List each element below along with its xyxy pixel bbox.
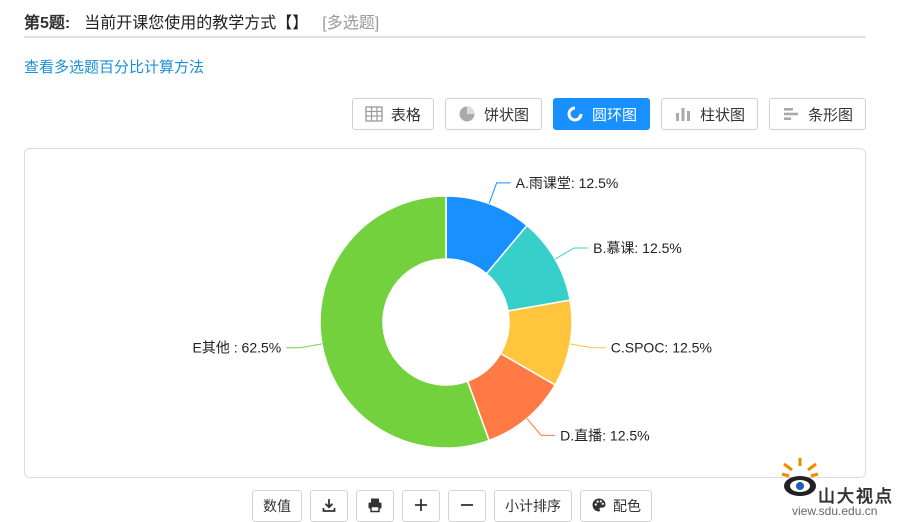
- slice-label-0: A.雨课堂: 12.5%: [516, 175, 619, 191]
- sort-subtotal-button[interactable]: 小计排序: [494, 490, 572, 522]
- slice-leader-line-1: [554, 247, 589, 260]
- tab-donut[interactable]: 圆环图: [552, 98, 650, 130]
- donut-chart-icon: [566, 105, 584, 123]
- calc-method-link[interactable]: 查看多选题百分比计算方法: [24, 56, 204, 77]
- tab-table[interactable]: 表格: [351, 98, 434, 130]
- sort-subtotal-label: 小计排序: [505, 498, 561, 514]
- pie-chart-icon: [458, 105, 476, 123]
- question-text: 当前开课您使用的教学方式【】: [84, 15, 309, 32]
- color-scheme-label: 配色: [613, 498, 641, 514]
- slice-leader-line-0: [488, 182, 511, 204]
- show-values-button[interactable]: 数值: [252, 490, 302, 522]
- question-number: 第5题:: [24, 15, 71, 32]
- slice-label-4: E其他 : 62.5%: [193, 340, 282, 356]
- donut-chart: A.雨课堂: 12.5% B.慕课: 12.5% C.SPOC: 12.5% D.直播…: [193, 175, 712, 449]
- print-button[interactable]: [356, 490, 394, 522]
- slice-leader-line-4: [286, 343, 323, 349]
- slice-leader-line-2: [569, 343, 606, 349]
- minus-icon: [459, 497, 475, 516]
- watermark-url: view.sdu.edu.cn: [792, 504, 878, 518]
- slice-label-1: B.慕课: 12.5%: [593, 240, 682, 256]
- slice-label-3: D.直播: 12.5%: [560, 427, 649, 443]
- tab-bar-label: 条形图: [807, 106, 853, 124]
- chart-view-tabs: 表格 饼状图 圆环图 柱状图 条形图: [351, 98, 866, 130]
- tab-pie[interactable]: 饼状图: [444, 98, 542, 130]
- download-icon: [321, 497, 337, 516]
- color-scheme-button[interactable]: 配色: [580, 490, 652, 522]
- tab-donut-label: 圆环图: [591, 106, 637, 124]
- tab-bar[interactable]: 条形图: [768, 98, 866, 130]
- tab-column[interactable]: 柱状图: [660, 98, 758, 130]
- tab-pie-label: 饼状图: [483, 106, 529, 124]
- question-type: [多选题]: [322, 15, 380, 32]
- slice-label-2: C.SPOC: 12.5%: [611, 340, 712, 356]
- palette-icon: [591, 497, 607, 516]
- tab-table-label: 表格: [390, 106, 421, 124]
- watermark: 山大视点 view.sdu.edu.cn: [780, 458, 898, 520]
- show-values-label: 数值: [263, 498, 291, 514]
- bar-chart-icon: [674, 105, 692, 123]
- chart-panel: A.雨课堂: 12.5% B.慕课: 12.5% C.SPOC: 12.5% D.直播…: [24, 148, 866, 478]
- zoom-out-button[interactable]: [448, 490, 486, 522]
- plus-icon: [413, 497, 429, 516]
- question-header: 第5题: 当前开课您使用的教学方式【】 [多选题]: [24, 6, 866, 38]
- sdu-view-logo-icon: [781, 458, 819, 496]
- zoom-in-button[interactable]: [402, 490, 440, 522]
- print-icon: [367, 497, 383, 516]
- download-button[interactable]: [310, 490, 348, 522]
- chart-toolbar: 数值 小计排序 配色: [252, 490, 652, 522]
- tab-column-label: 柱状图: [699, 106, 745, 124]
- table-icon: [365, 105, 383, 123]
- slice-leader-line-3: [526, 418, 556, 436]
- horizontal-bar-icon: [782, 105, 800, 123]
